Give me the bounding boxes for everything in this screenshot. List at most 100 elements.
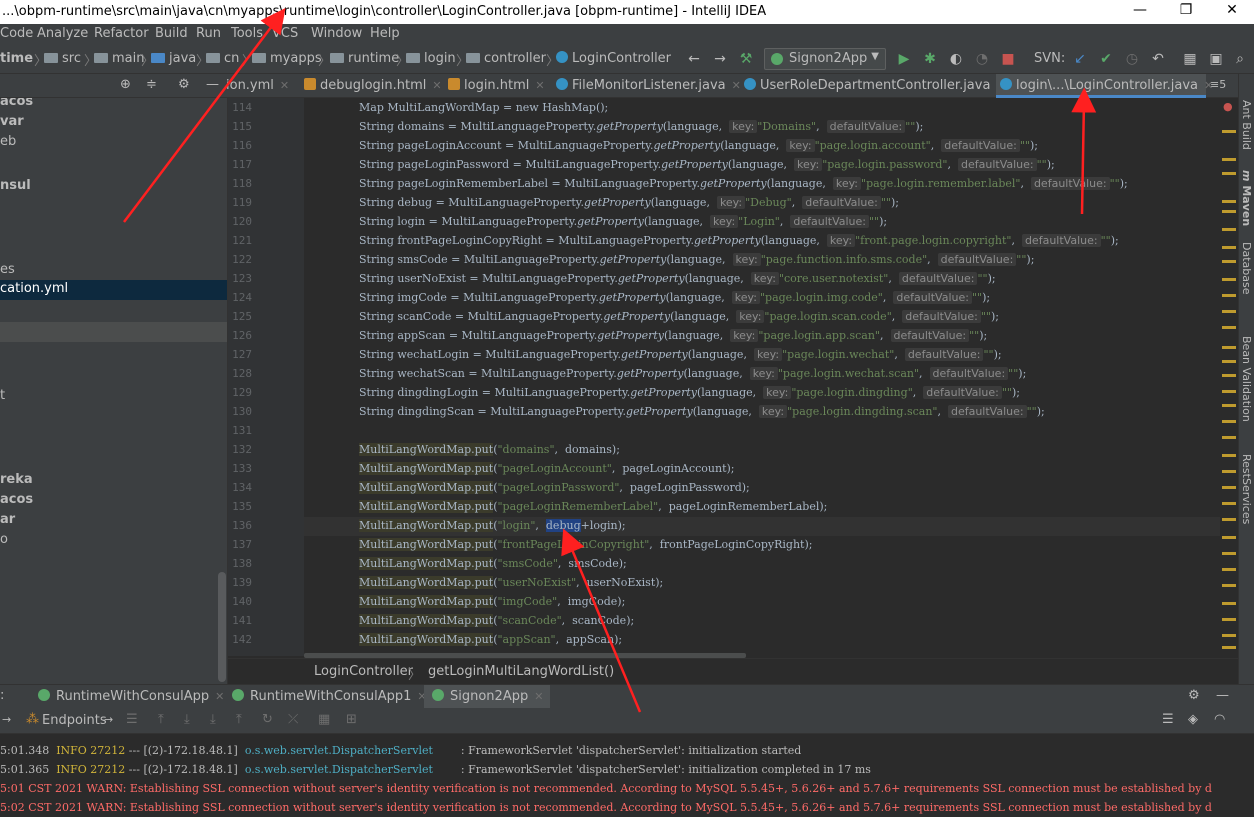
warning-marker[interactable] bbox=[1222, 436, 1236, 439]
close-tab-icon[interactable]: ✕ bbox=[215, 690, 224, 703]
breadcrumb-runtime[interactable]: runtime bbox=[330, 51, 399, 66]
code-line[interactable]: MultiLangWordMap.put("pageLoginPassword"… bbox=[359, 481, 750, 494]
error-icon[interactable]: ● bbox=[1223, 100, 1233, 113]
warning-marker[interactable] bbox=[1222, 278, 1236, 281]
warning-marker[interactable] bbox=[1222, 346, 1236, 349]
project-tree-item[interactable]: o bbox=[0, 532, 8, 547]
maven-tool[interactable]: m Maven bbox=[1240, 170, 1253, 226]
gear-icon[interactable]: ⚙ bbox=[1188, 688, 1200, 703]
tab-debuglogin-html[interactable]: debuglogin.html ✕ bbox=[304, 74, 442, 98]
breadcrumb-cn[interactable]: cn bbox=[206, 51, 239, 66]
tab-login-html[interactable]: login.html ✕ bbox=[448, 74, 545, 98]
warning-marker[interactable] bbox=[1222, 634, 1236, 637]
code-line[interactable]: String pageLoginAccount = MultiLanguageP… bbox=[359, 139, 1038, 152]
ant-build-tool[interactable]: Ant Build bbox=[1240, 100, 1253, 150]
menu-code[interactable]: Code bbox=[0, 26, 33, 41]
selected-tree-row[interactable]: cation.yml bbox=[0, 280, 227, 300]
breadcrumb-src[interactable]: src bbox=[44, 51, 81, 66]
code-line[interactable]: String login = MultiLanguageProperty.get… bbox=[359, 215, 887, 228]
revert-icon[interactable]: ↶ bbox=[1150, 51, 1166, 67]
code-line[interactable]: String dingdingLogin = MultiLanguageProp… bbox=[359, 386, 1020, 399]
warning-marker[interactable] bbox=[1222, 390, 1236, 393]
code-line[interactable]: String imgCode = MultiLanguageProperty.g… bbox=[359, 291, 990, 304]
database-tool[interactable]: Database bbox=[1240, 242, 1253, 295]
align-icon[interactable]: ☰ bbox=[1162, 712, 1174, 727]
run-configuration-select[interactable]: Signon2App ▼ bbox=[764, 48, 886, 70]
speedometer-icon[interactable]: ◠ bbox=[1214, 712, 1225, 727]
warning-marker[interactable] bbox=[1222, 454, 1236, 457]
warning-marker[interactable] bbox=[1222, 326, 1236, 329]
exit-icon[interactable]: ⤫ bbox=[288, 712, 298, 727]
run-icon[interactable]: ▶ bbox=[896, 51, 912, 67]
breadcrumb-class[interactable]: LoginController bbox=[556, 51, 671, 66]
scroll-up-icon[interactable]: ⤒ bbox=[158, 712, 164, 727]
close-tab-icon[interactable]: ✕ bbox=[732, 79, 741, 92]
menu-analyze[interactable]: Analyze bbox=[37, 26, 88, 41]
maximize-button[interactable]: ❐ bbox=[1166, 2, 1206, 22]
menu-help[interactable]: Help bbox=[370, 26, 400, 41]
svn-commit-icon[interactable]: ✔ bbox=[1098, 51, 1114, 67]
build-hammer-icon[interactable]: ⚒ bbox=[738, 51, 754, 67]
download-alt-icon[interactable]: ⤓ bbox=[210, 712, 216, 727]
code-line[interactable]: String scanCode = MultiLanguageProperty.… bbox=[359, 310, 999, 323]
layout-icon[interactable]: ☰ bbox=[126, 712, 138, 727]
close-tab-icon[interactable]: ✕ bbox=[534, 690, 543, 703]
code-line[interactable]: MultiLangWordMap.put("pageLoginRememberL… bbox=[359, 500, 827, 513]
project-structure-icon[interactable]: ▦ bbox=[1182, 51, 1198, 67]
code-line[interactable]: String userNoExist = MultiLanguageProper… bbox=[359, 272, 996, 285]
bean-validation-tool[interactable]: Bean Validation bbox=[1240, 336, 1253, 422]
warning-marker[interactable] bbox=[1222, 294, 1236, 297]
scrollbar-thumb[interactable] bbox=[218, 572, 226, 682]
breadcrumb-main[interactable]: main bbox=[94, 51, 144, 66]
coverage-icon[interactable]: ◐ bbox=[948, 51, 964, 67]
code-line[interactable]: String smsCode = MultiLanguageProperty.g… bbox=[359, 253, 1034, 266]
code-line[interactable]: String frontPageLoginCopyRight = MultiLa… bbox=[359, 234, 1119, 247]
code-line[interactable]: String wechatLogin = MultiLanguageProper… bbox=[359, 348, 1002, 361]
upload-icon[interactable]: ⤒ bbox=[236, 712, 242, 727]
tab-application-yml[interactable]: ion.yml ✕ bbox=[226, 74, 292, 98]
layers-icon[interactable]: ◈ bbox=[1188, 712, 1198, 727]
warning-marker[interactable] bbox=[1222, 536, 1236, 539]
target-icon[interactable]: ⊕ bbox=[120, 77, 131, 92]
warning-marker[interactable] bbox=[1222, 486, 1236, 489]
back-icon[interactable]: ← bbox=[686, 51, 702, 67]
code-line[interactable]: MultiLangWordMap.put("imgCode", imgCode)… bbox=[359, 595, 625, 608]
console-output[interactable]: 5:01.348 INFO 27212 --- [(2)-172.18.48.1… bbox=[0, 734, 1254, 817]
breadcrumb-java[interactable]: java bbox=[151, 51, 196, 66]
code-line[interactable]: String pageLoginRememberLabel = MultiLan… bbox=[359, 177, 1128, 190]
code-line[interactable]: String appScan = MultiLanguageProperty.g… bbox=[359, 329, 987, 342]
warning-marker[interactable] bbox=[1222, 646, 1236, 649]
project-tree-item[interactable]: es bbox=[0, 262, 15, 277]
project-tree-item[interactable]: nsul bbox=[0, 178, 31, 193]
stop-icon[interactable]: ■ bbox=[1000, 51, 1016, 67]
menu-build[interactable]: Build bbox=[155, 26, 188, 41]
project-tree-item[interactable]: acos bbox=[0, 492, 33, 507]
gear-icon[interactable]: ⚙ bbox=[178, 77, 190, 92]
tab-filemonitorlistener[interactable]: FileMonitorListener.java ✕ bbox=[556, 74, 741, 98]
breadcrumb-myapps[interactable]: myapps bbox=[252, 51, 322, 66]
window-icon[interactable]: ▣ bbox=[1208, 51, 1224, 67]
run-tab-signon2app[interactable]: Signon2App ✕ bbox=[424, 685, 550, 709]
highlighted-tree-row[interactable] bbox=[0, 322, 227, 342]
warning-marker[interactable] bbox=[1222, 420, 1236, 423]
menu-window[interactable]: Window bbox=[311, 26, 362, 41]
project-tree-item[interactable]: reka bbox=[0, 472, 33, 487]
menu-refactor[interactable]: Refactor bbox=[94, 26, 149, 41]
selected-word[interactable]: debug bbox=[545, 519, 581, 532]
history-icon[interactable]: ◷ bbox=[1124, 51, 1140, 67]
warning-marker[interactable] bbox=[1222, 568, 1236, 571]
code-line[interactable]: MultiLangWordMap.put("domains", domains)… bbox=[359, 443, 620, 456]
close-tab-icon[interactable]: ✕ bbox=[280, 79, 289, 92]
restart-icon[interactable]: ↻ bbox=[262, 712, 273, 727]
grid-icon[interactable]: ▦ bbox=[318, 712, 330, 727]
error-stripe[interactable]: ● bbox=[1220, 98, 1238, 656]
download-icon[interactable]: ⤓ bbox=[184, 712, 190, 727]
search-everywhere-icon[interactable]: ⌕ bbox=[1232, 51, 1248, 67]
close-tab-icon[interactable]: ✕ bbox=[535, 79, 544, 92]
close-tab-icon[interactable]: ✕ bbox=[432, 79, 441, 92]
menu-vcs[interactable]: VCS bbox=[272, 26, 298, 41]
code-line[interactable]: Map MultiLangWordMap = new HashMap(); bbox=[359, 101, 608, 114]
breadcrumb-project[interactable]: time bbox=[0, 51, 33, 66]
menu-tools[interactable]: Tools bbox=[231, 26, 263, 41]
run-tab-runtimewithconsulapp1[interactable]: RuntimeWithConsulApp1 ✕ bbox=[232, 685, 427, 709]
